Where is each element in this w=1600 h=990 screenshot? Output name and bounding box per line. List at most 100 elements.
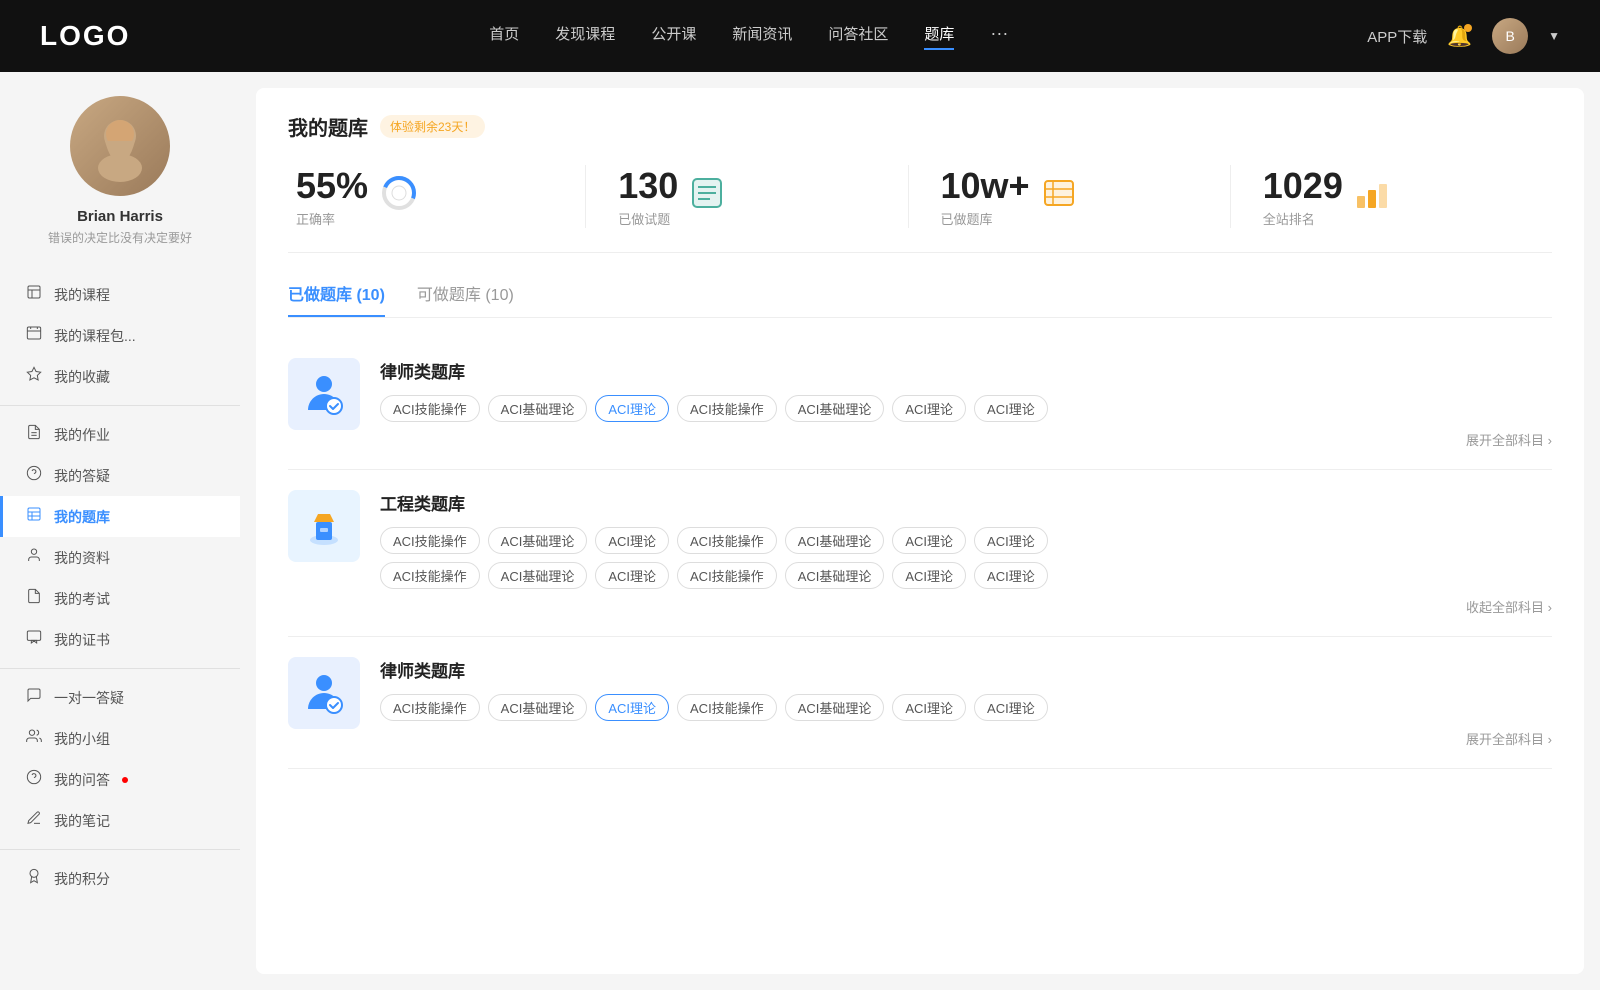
tag-item[interactable]: ACI理论 <box>974 694 1048 721</box>
qbank-icon <box>24 506 44 527</box>
main-content: 我的题库 体验剩余23天！ 55% 正确率 <box>256 88 1584 974</box>
myqa-icon <box>24 465 44 486</box>
sidebar-item-favorites[interactable]: 我的收藏 <box>0 356 240 397</box>
tag-item[interactable]: ACI理论 <box>892 527 966 554</box>
qbank-icon-engineer <box>288 490 360 562</box>
certificate-icon <box>24 629 44 650</box>
sidebar-label-notes: 我的笔记 <box>54 811 110 831</box>
tag-item-active[interactable]: ACI理论 <box>595 694 669 721</box>
tag-item-active[interactable]: ACI理论 <box>595 395 669 422</box>
tag-item[interactable]: ACI技能操作 <box>380 694 480 721</box>
expand-link-3[interactable]: 展开全部科目 › <box>380 729 1552 748</box>
nav-news[interactable]: 新闻资讯 <box>732 23 792 50</box>
tag-item[interactable]: ACI技能操作 <box>380 527 480 554</box>
tag-item[interactable]: ACI基础理论 <box>488 562 588 589</box>
sidebar-item-questions[interactable]: 我的问答 <box>0 759 240 800</box>
sidebar-item-exam[interactable]: 我的考试 <box>0 578 240 619</box>
sidebar-item-notes[interactable]: 我的笔记 <box>0 800 240 841</box>
tag-item[interactable]: ACI基础理论 <box>785 527 885 554</box>
stat-ranking: 1029 全站排名 <box>1231 165 1552 228</box>
tag-item[interactable]: ACI理论 <box>974 527 1048 554</box>
tab-available-banks[interactable]: 可做题库 (10) <box>417 281 514 317</box>
qbank-title-2: 工程类题库 <box>380 490 1552 515</box>
tag-item[interactable]: ACI基础理论 <box>488 527 588 554</box>
tag-item[interactable]: ACI基础理论 <box>488 395 588 422</box>
sidebar-label-points: 我的积分 <box>54 869 110 889</box>
sidebar-label-qbank: 我的题库 <box>54 507 110 527</box>
tag-item[interactable]: ACI技能操作 <box>677 562 777 589</box>
nav-open[interactable]: 公开课 <box>651 23 696 50</box>
sidebar-label-certificate: 我的证书 <box>54 630 110 650</box>
tabs-row: 已做题库 (10) 可做题库 (10) <box>288 281 1552 318</box>
sidebar-item-group[interactable]: 我的小组 <box>0 718 240 759</box>
tag-item[interactable]: ACI理论 <box>974 562 1048 589</box>
tag-item[interactable]: ACI理论 <box>892 562 966 589</box>
sidebar-item-certificate[interactable]: 我的证书 <box>0 619 240 660</box>
stat-done-banks: 10w+ 已做题库 <box>909 165 1231 228</box>
tag-item[interactable]: ACI技能操作 <box>380 395 480 422</box>
sidebar-profile: Brian Harris 错误的决定比没有决定要好 <box>0 96 240 266</box>
qbank-icon-lawyer-3 <box>288 657 360 729</box>
course-pack-icon <box>24 325 44 346</box>
sidebar-label-group: 我的小组 <box>54 729 110 749</box>
tag-item[interactable]: ACI理论 <box>892 395 966 422</box>
one-on-one-icon <box>24 687 44 708</box>
sidebar-label-questions: 我的问答 <box>54 770 110 790</box>
logo: LOGO <box>40 20 130 52</box>
questions-badge <box>122 777 128 783</box>
sidebar-label-favorites: 我的收藏 <box>54 367 110 387</box>
sidebar-divider-2 <box>0 668 240 669</box>
tag-item[interactable]: ACI基础理论 <box>488 694 588 721</box>
stat-ranking-value: 1029 全站排名 <box>1263 165 1343 228</box>
questions-icon <box>24 769 44 790</box>
tag-item[interactable]: ACI理论 <box>595 527 669 554</box>
nav-qbank[interactable]: 题库 <box>924 23 954 50</box>
favorites-icon <box>24 366 44 387</box>
nav-discover[interactable]: 发现课程 <box>555 23 615 50</box>
sidebar-label-myqa: 我的答疑 <box>54 466 110 486</box>
qbank-title-1: 律师类题库 <box>380 358 1552 383</box>
tag-item[interactable]: ACI理论 <box>974 395 1048 422</box>
sidebar-item-courses[interactable]: 我的课程 <box>0 274 240 315</box>
nav-home[interactable]: 首页 <box>489 23 519 50</box>
notification-bell-icon[interactable]: 🔔 <box>1447 24 1472 49</box>
avatar-image <box>70 96 170 196</box>
notes-icon <box>24 810 44 831</box>
sidebar-item-course-pack[interactable]: 我的课程包... <box>0 315 240 356</box>
tag-item[interactable]: ACI技能操作 <box>677 694 777 721</box>
qbank-tags-1: ACI技能操作 ACI基础理论 ACI理论 ACI技能操作 ACI基础理论 AC… <box>380 395 1552 422</box>
tag-item[interactable]: ACI技能操作 <box>380 562 480 589</box>
nav-more[interactable]: ··· <box>990 23 1008 50</box>
sidebar-item-one-on-one[interactable]: 一对一答疑 <box>0 677 240 718</box>
sidebar-item-myqa[interactable]: 我的答疑 <box>0 455 240 496</box>
expand-link-1[interactable]: 展开全部科目 › <box>380 430 1552 449</box>
tag-item[interactable]: ACI理论 <box>595 562 669 589</box>
tag-item[interactable]: ACI基础理论 <box>785 562 885 589</box>
nav-qa[interactable]: 问答社区 <box>828 23 888 50</box>
sidebar-item-profile[interactable]: 我的资料 <box>0 537 240 578</box>
tag-item[interactable]: ACI基础理论 <box>785 694 885 721</box>
sidebar-label-exam: 我的考试 <box>54 589 110 609</box>
user-avatar[interactable]: B <box>1492 18 1528 54</box>
app-download-btn[interactable]: APP下载 <box>1367 26 1427 47</box>
user-dropdown-icon[interactable]: ▼ <box>1548 29 1560 43</box>
tag-item[interactable]: ACI理论 <box>892 694 966 721</box>
sidebar-label-one-on-one: 一对一答疑 <box>54 688 124 708</box>
sidebar-menu: 我的课程 我的课程包... 我的收藏 我的作业 <box>0 274 240 899</box>
qbank-body-3: 律师类题库 ACI技能操作 ACI基础理论 ACI理论 ACI技能操作 ACI基… <box>380 657 1552 748</box>
group-icon <box>24 728 44 749</box>
accuracy-chart-icon <box>380 174 418 219</box>
sidebar-item-points[interactable]: 我的积分 <box>0 858 240 899</box>
page-title: 我的题库 <box>288 112 368 141</box>
tag-item[interactable]: ACI技能操作 <box>677 395 777 422</box>
sidebar-item-homework[interactable]: 我的作业 <box>0 414 240 455</box>
trial-badge: 体验剩余23天！ <box>380 115 485 138</box>
tag-item[interactable]: ACI技能操作 <box>677 527 777 554</box>
collapse-link-2[interactable]: 收起全部科目 › <box>380 597 1552 616</box>
qbank-item-3: 律师类题库 ACI技能操作 ACI基础理论 ACI理论 ACI技能操作 ACI基… <box>288 637 1552 769</box>
sidebar-item-qbank[interactable]: 我的题库 <box>0 496 240 537</box>
done-questions-icon <box>690 176 724 217</box>
tab-done-banks[interactable]: 已做题库 (10) <box>288 281 385 317</box>
done-banks-icon <box>1042 176 1076 217</box>
tag-item[interactable]: ACI基础理论 <box>785 395 885 422</box>
